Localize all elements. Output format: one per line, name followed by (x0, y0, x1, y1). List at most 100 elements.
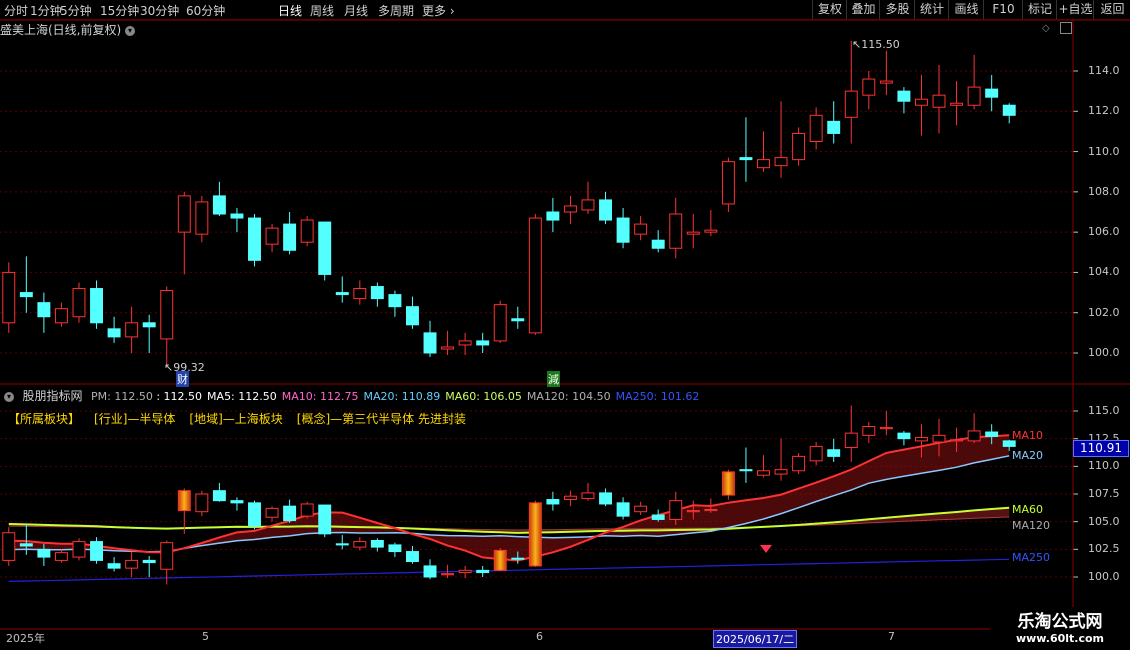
financial-marker[interactable]: 财 (176, 371, 189, 387)
indicator-y-tick: 102.5 (1088, 542, 1120, 556)
main-candle (669, 197, 683, 259)
indicator-candle (528, 500, 542, 568)
main-body (634, 223, 648, 235)
indicator-candle (739, 447, 753, 483)
sector-item-3[interactable]: [概念]—第三代半导体 先进封装 (297, 412, 466, 426)
main-candle (546, 197, 560, 233)
indicator-body (423, 565, 437, 578)
main-candle (862, 71, 876, 110)
indicator-candle (616, 497, 630, 520)
main-body (300, 219, 314, 243)
main-body (686, 231, 700, 235)
indicator-candle (2, 527, 16, 566)
main-candle (704, 209, 718, 237)
main-body (528, 217, 542, 334)
indicator-candle (142, 555, 156, 577)
indicator-body (739, 469, 753, 472)
indicator-candle (107, 557, 121, 572)
indicator-body (230, 500, 244, 504)
indicator-body (90, 541, 104, 561)
indicator-body (616, 502, 630, 517)
indicator-body (265, 507, 279, 518)
main-candle (967, 54, 981, 110)
sector-item-0: 【所属板块】 (8, 412, 81, 426)
indicator-candle (90, 537, 104, 564)
indicator-candle (757, 455, 770, 478)
main-candle (651, 230, 665, 253)
indicator-body (879, 427, 893, 430)
main-candle (37, 292, 51, 333)
indicator-body (704, 508, 718, 512)
sector-item-1[interactable]: [行业]—半导体 (94, 412, 175, 426)
indicator-value-5: MA120: 104.50 (526, 390, 611, 403)
indicator-candle (72, 538, 86, 561)
indicator-body (283, 505, 297, 522)
main-candle (774, 101, 788, 178)
main-body (370, 286, 384, 300)
main-candle (581, 181, 595, 215)
main-y-tick: 112.0 (1088, 104, 1120, 118)
main-body (669, 213, 683, 249)
main-candle (897, 87, 911, 114)
main-y-tick: 108.0 (1088, 184, 1120, 198)
main-candle (54, 302, 68, 327)
indicator-body (142, 559, 156, 564)
indicator-body (774, 469, 788, 475)
main-body (160, 290, 174, 340)
indicator-candle (581, 482, 595, 501)
main-body (1002, 104, 1016, 116)
indicator-body (248, 502, 261, 527)
indicator-candle (405, 546, 419, 564)
indicator-body (37, 548, 51, 558)
main-body (230, 213, 244, 219)
chevron-down-icon[interactable]: ▾ (4, 392, 14, 402)
indicator-body (370, 539, 384, 548)
indicator-candle (212, 482, 226, 502)
ma10-ma20-band (8, 435, 1010, 561)
main-body (581, 199, 595, 211)
indicator-candle (54, 549, 68, 563)
main-body (2, 271, 16, 324)
kline-chart[interactable] (0, 0, 1130, 650)
main-candle (950, 81, 964, 126)
main-candle (844, 40, 858, 144)
indicator-candle (967, 413, 981, 444)
indicator-candle (458, 565, 472, 579)
indicator-body (546, 499, 560, 505)
main-body (248, 217, 261, 261)
sector-item-2[interactable]: [地域]—上海板块 (189, 412, 282, 426)
main-body (651, 239, 665, 249)
reduce-marker[interactable]: 減 (547, 371, 560, 387)
date-tick-3: 2025/06/17/二 (713, 630, 798, 648)
indicator-body (721, 471, 735, 496)
indicator-candle (774, 438, 788, 481)
main-y-tick: 110.0 (1088, 144, 1120, 158)
indicator-body (528, 502, 542, 567)
indicator-value-1: MA5: 112.50 (207, 390, 277, 403)
main-candles (2, 40, 1016, 367)
main-candle (2, 262, 16, 333)
indicator-candle (844, 405, 858, 462)
main-body (721, 161, 735, 205)
date-tick-0: 2025年 (6, 632, 45, 645)
main-candle (177, 191, 191, 275)
indicator-candle (265, 506, 279, 522)
main-candle (528, 214, 542, 335)
main-candle (107, 316, 121, 343)
main-candle (300, 216, 314, 247)
indicator-y-tick: 110.0 (1088, 459, 1120, 473)
indicator-body (2, 532, 16, 561)
indicator-body (335, 543, 349, 546)
main-candle (248, 214, 261, 267)
indicator-body (599, 492, 613, 505)
main-candle (405, 296, 419, 329)
indicator-body (177, 490, 191, 512)
ma10-tag: MA10 (1012, 429, 1044, 442)
ma60-line (8, 506, 1010, 534)
main-body (125, 322, 139, 338)
indicator-candle (897, 430, 911, 446)
indicator-body (862, 425, 876, 436)
main-candle (125, 306, 139, 353)
indicator-body (107, 563, 121, 569)
indicator-body (72, 541, 86, 558)
